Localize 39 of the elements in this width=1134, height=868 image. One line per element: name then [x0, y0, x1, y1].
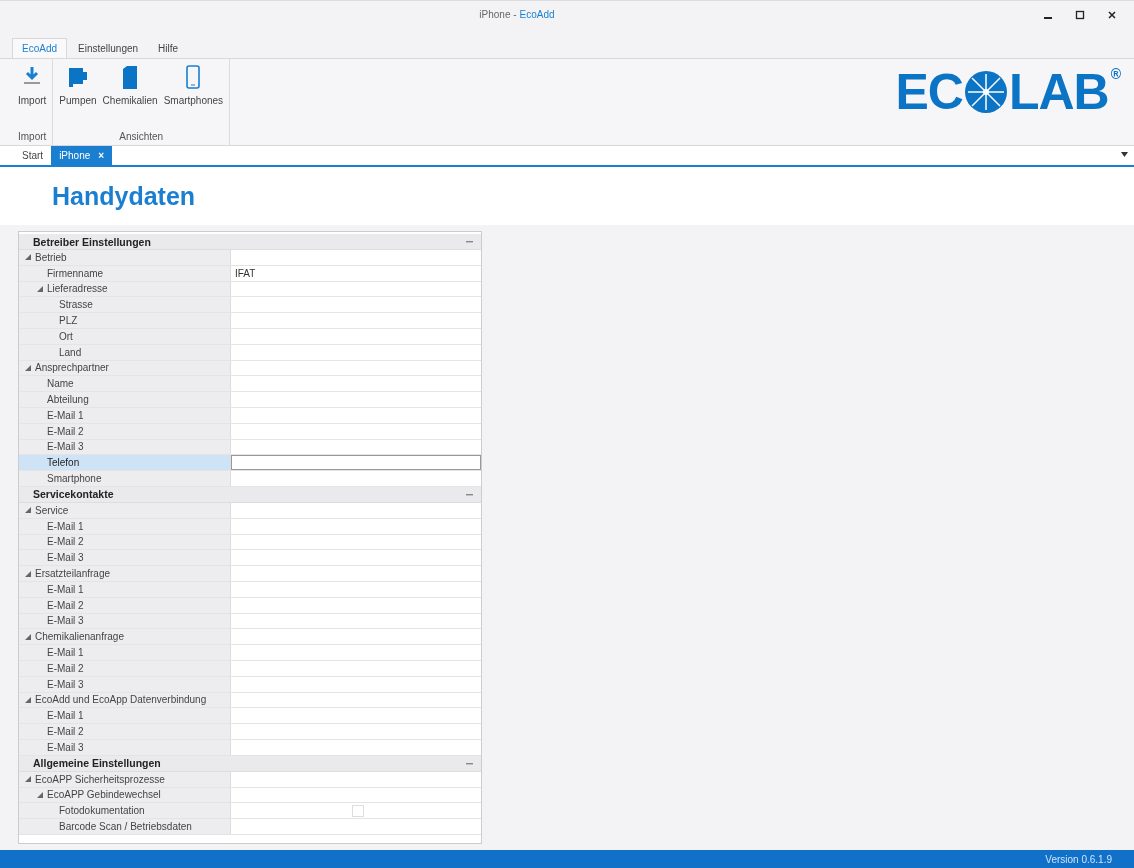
page-title: Handydaten [52, 181, 196, 211]
close-icon[interactable] [1107, 10, 1117, 20]
ribbon-button[interactable]: Pumpen [57, 63, 99, 108]
checkbox[interactable] [352, 804, 364, 817]
value-field[interactable]: IFAT [231, 265, 481, 281]
section-header: Betreiber Einstellungen [19, 234, 481, 250]
value-field[interactable] [231, 455, 481, 471]
menu-tab[interactable]: EcoAdd [12, 38, 68, 58]
ribbon-button[interactable]: Smartphones [161, 63, 226, 108]
menu-tab[interactable]: Einstellungen [69, 38, 148, 58]
close-tab-button[interactable]: × [98, 150, 105, 161]
pump-icon [66, 65, 89, 89]
ribbon-button[interactable]: Import [16, 63, 49, 108]
dropdown-icon[interactable] [1121, 152, 1128, 157]
window-title: iPhone - [479, 9, 517, 20]
property-label: Smartphone [19, 471, 231, 486]
property-label: Strasse [19, 297, 231, 313]
version-label: Version 0.6.1.9 [1045, 853, 1112, 865]
property-label: E-Mail 1 [19, 645, 231, 660]
property-label: Barcode Scan / Betriebsdaten [19, 819, 231, 834]
menu-tab[interactable]: Hilfe [149, 38, 188, 58]
property-label: E-Mail 3 [19, 550, 231, 566]
property-label: Telefon [19, 455, 231, 471]
property-label: E-Mail 1 [19, 708, 231, 724]
property-label: Fotodokumentation [19, 803, 231, 819]
app-name: EcoAdd [519, 9, 555, 20]
logo: EC LAB® [895, 67, 1120, 117]
property-label: Chemikalienanfrage [19, 629, 231, 645]
group-label: Ansichten [118, 131, 165, 144]
property-label: PLZ [19, 313, 231, 328]
property-label: Name [19, 376, 231, 392]
ribbon-button[interactable]: Chemikalien [100, 63, 160, 108]
document-tab[interactable]: iPhone × [51, 146, 113, 165]
maximize-icon[interactable] [1075, 10, 1085, 20]
property-label: Betrieb [19, 250, 231, 265]
property-label: Ersatzteilanfrage [19, 566, 231, 581]
property-label: E-Mail 2 [19, 724, 231, 739]
property-label: Abteilung [19, 392, 231, 407]
group-label: Import [17, 131, 48, 144]
